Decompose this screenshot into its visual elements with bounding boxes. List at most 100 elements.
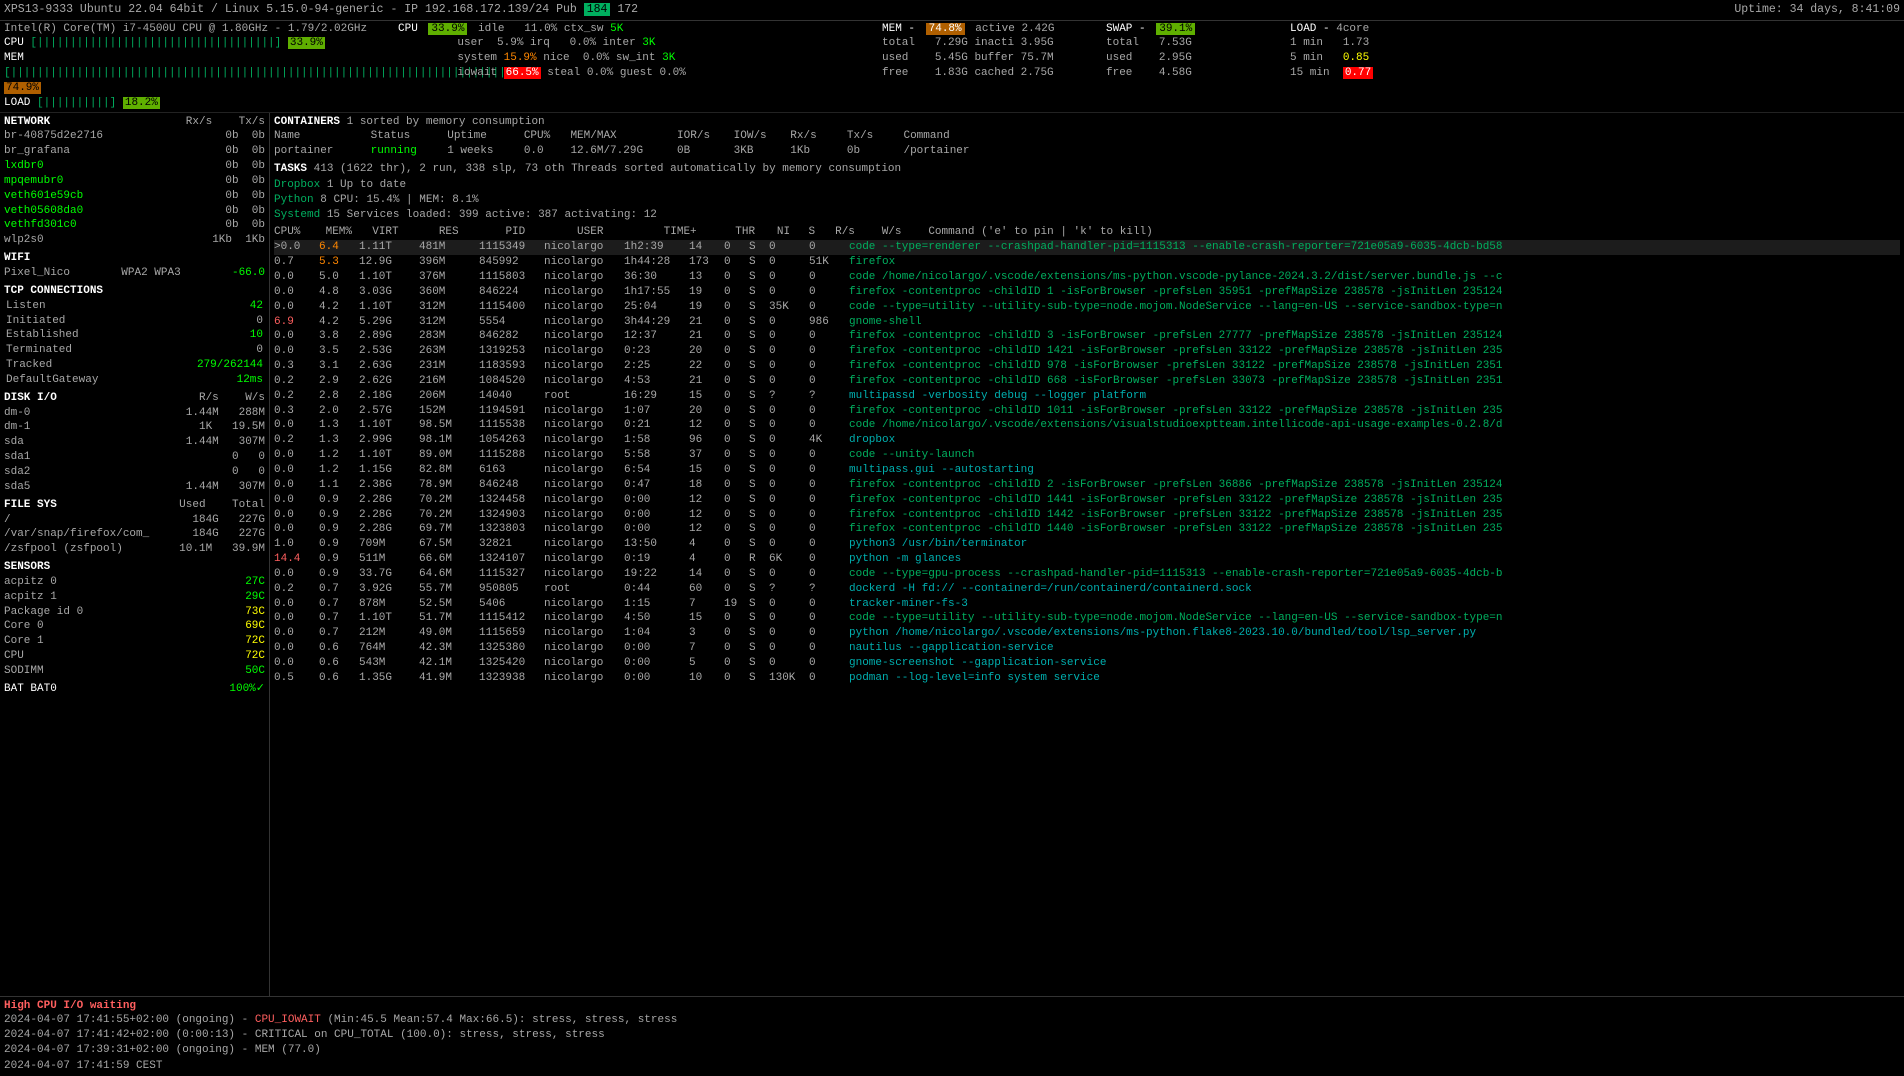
network-row: wlp2s01Kb 1Kb — [4, 233, 265, 248]
network-section: NETWORK Rx/s Tx/s br-40875d2e27160b 0bbr… — [4, 115, 265, 249]
containers-header: CONTAINERS 1 sorted by memory consumptio… — [274, 115, 1900, 130]
network-row: vethfd301c00b 0b — [4, 218, 265, 233]
sensor-rows: acpitz 027Cacpitz 129CPackage id 073CCor… — [4, 575, 265, 679]
containers-section: CONTAINERS 1 sorted by memory consumptio… — [274, 115, 1900, 160]
tasks-section: TASKS 413 (1622 thr), 2 run, 338 slp, 73… — [274, 162, 1900, 177]
process-rows: >0.0 6.4 1.11T 481M 1115349 nicolargo 1h… — [274, 240, 1900, 685]
table-row: >0.0 6.4 1.11T 481M 1115349 nicolargo 1h… — [274, 240, 1900, 255]
fs-row: /zsfpool (zsfpool)10.1M 39.9M — [4, 542, 265, 557]
process-header: CPU% MEM% VIRT RES PID USER TIME+ THR NI… — [274, 225, 1900, 240]
table-row: 0.2 2.9 2.62G 216M 1084520 nicolargo 4:5… — [274, 374, 1900, 389]
systemd-row: Systemd 15 Services loaded: 399 active: … — [274, 208, 1900, 223]
alert-rows: 2024-04-07 17:41:55+02:00 (ongoing) - CP… — [4, 1013, 1900, 1058]
network-row: br-40875d2e27160b 0b — [4, 129, 265, 144]
battery-section: BAT BAT0 100%✓ — [4, 682, 265, 697]
disk-row: sda20 0 — [4, 465, 265, 480]
cpu-info-line: Intel(R) Core(TM) i7-4500U CPU @ 1.80GHz… — [4, 22, 394, 37]
alerts-section: High CPU I/O waiting 2024-04-07 17:41:55… — [0, 996, 1904, 1076]
wifi-section: WIFI Pixel_Nico WPA2 WPA3 -66.0 — [4, 251, 265, 281]
dropbox-row: Dropbox 1 Up to date — [274, 178, 1900, 193]
fs-row: /184G 227G — [4, 513, 265, 528]
table-row: 0.0 0.6 543M 42.1M 1325420 nicolargo 0:0… — [274, 656, 1900, 671]
sensor-row: Core 069C — [4, 619, 265, 634]
mem-stats: MEM - 74.8% active 2.42G total 7.29G ina… — [882, 22, 1102, 81]
network-row: veth05608da00b 0b — [4, 204, 265, 219]
load-bar-line: LOAD [||||||||||] 18.2% — [4, 96, 394, 111]
title-right: Uptime: 34 days, 8:41:09 — [1734, 2, 1900, 18]
left-panel: NETWORK Rx/s Tx/s br-40875d2e27160b 0bbr… — [0, 113, 270, 996]
table-row: 0.0 1.2 1.15G 82.8M 6163 nicolargo 6:54 … — [274, 463, 1900, 478]
alerts-timestamp: 2024-04-07 17:41:59 CEST — [4, 1059, 1900, 1074]
table-row: 0.0 1.1 2.38G 78.9M 846248 nicolargo 0:4… — [274, 478, 1900, 493]
table-row: 0.3 2.0 2.57G 152M 1194591 nicolargo 1:0… — [274, 404, 1900, 419]
table-row: 14.4 0.9 511M 66.6M 1324107 nicolargo 0:… — [274, 552, 1900, 567]
wifi-name: Pixel_Nico — [4, 266, 70, 281]
table-row: 0.2 1.3 2.99G 98.1M 1054263 nicolargo 1:… — [274, 433, 1900, 448]
table-row: 0.5 0.6 1.35G 41.9M 1323938 nicolargo 0:… — [274, 671, 1900, 686]
table-row: 0.0 0.6 764M 42.3M 1325380 nicolargo 0:0… — [274, 641, 1900, 656]
title-left: XPS13-9333 Ubuntu 22.04 64bit / Linux 5.… — [4, 2, 638, 18]
disk-header: DISK I/O R/s W/s — [4, 391, 265, 406]
table-row: 0.3 3.1 2.63G 231M 1183593 nicolargo 2:2… — [274, 359, 1900, 374]
wifi-security: WPA2 WPA3 — [121, 266, 180, 281]
disk-section: DISK I/O R/s W/s dm-01.44M 288Mdm-11K 19… — [4, 391, 265, 495]
alert-row: 2024-04-07 17:41:55+02:00 (ongoing) - CP… — [4, 1013, 1900, 1028]
table-row: 0.0 5.0 1.10T 376M 1115803 nicolargo 36:… — [274, 270, 1900, 285]
sensors-section: SENSORS acpitz 027Cacpitz 129CPackage id… — [4, 560, 265, 679]
table-row: 0.0 0.9 2.28G 70.2M 1324903 nicolargo 0:… — [274, 508, 1900, 523]
table-row: 0.0 0.7 878M 52.5M 5406 nicolargo 1:15 7… — [274, 597, 1900, 612]
filesystem-section: FILE SYS Used Total /184G 227G/var/snap/… — [4, 498, 265, 557]
tcp-gateway: DefaultGateway 12ms — [4, 373, 265, 388]
table-row: 0.0 1.3 1.10T 98.5M 1115538 nicolargo 0:… — [274, 418, 1900, 433]
bars-row: Intel(R) Core(TM) i7-4500U CPU @ 1.80GHz… — [0, 21, 1904, 113]
network-rows: br-40875d2e27160b 0bbr_grafana0b 0blxdbr… — [4, 129, 265, 248]
table-row: 0.0 0.9 2.28G 70.2M 1324458 nicolargo 0:… — [274, 493, 1900, 508]
sensor-row: Core 172C — [4, 634, 265, 649]
sensor-row: CPU72C — [4, 649, 265, 664]
load-stats: LOAD - 4core 1 min 1.73 5 min 0.85 15 mi… — [1290, 22, 1430, 81]
wifi-signal: -66.0 — [232, 266, 265, 281]
disk-row: dm-11K 19.5M — [4, 420, 265, 435]
container-row-portainer: portainer running 1 weeks 0.0 12.6M/7.29… — [274, 144, 1900, 159]
alert-row: 2024-04-07 17:41:42+02:00 (0:00:13) - CR… — [4, 1028, 1900, 1043]
fs-row: /var/snap/firefox/com_184G 227G — [4, 527, 265, 542]
tcp-initiated: Initiated 0 — [4, 314, 265, 329]
network-row: lxdbr00b 0b — [4, 159, 265, 174]
sensor-row: Package id 073C — [4, 605, 265, 620]
tcp-section: TCP CONNECTIONS Listen 42 Initiated 0 Es… — [4, 284, 265, 388]
sensor-row: acpitz 129C — [4, 590, 265, 605]
containers-cols: Name Status Uptime CPU% MEM/MAX IOR/s IO… — [274, 129, 1900, 144]
disk-row: sda1.44M 307M — [4, 435, 265, 450]
ip-highlight: 184 — [584, 3, 611, 16]
table-row: 0.0 4.2 1.10T 312M 1115400 nicolargo 25:… — [274, 300, 1900, 315]
table-row: 0.0 0.9 2.28G 69.7M 1323803 nicolargo 0:… — [274, 522, 1900, 537]
tcp-tracked: Tracked 279/262144 — [4, 358, 265, 373]
table-row: 6.9 4.2 5.29G 312M 5554 nicolargo 3h44:2… — [274, 315, 1900, 330]
network-header: NETWORK Rx/s Tx/s — [4, 115, 265, 130]
cpu-stats: CPU 33.9% idle 11.0% ctx_sw 5K user 5.9%… — [398, 22, 878, 81]
fs-header: FILE SYS Used Total — [4, 498, 265, 513]
table-row: 0.0 3.5 2.53G 263M 1319253 nicolargo 0:2… — [274, 344, 1900, 359]
mem-bar-line: MEM [|||||||||||||||||||||||||||||||||||… — [4, 51, 394, 96]
disk-row: sda10 0 — [4, 450, 265, 465]
title-bar: XPS13-9333 Ubuntu 22.04 64bit / Linux 5.… — [0, 0, 1904, 21]
fs-rows: /184G 227G/var/snap/firefox/com_184G 227… — [4, 513, 265, 558]
disk-row: dm-01.44M 288M — [4, 406, 265, 421]
table-row: 0.0 0.7 1.10T 51.7M 1115412 nicolargo 4:… — [274, 611, 1900, 626]
sensor-row: SODIMM50C — [4, 664, 265, 679]
table-row: 0.0 1.2 1.10T 89.0M 1115288 nicolargo 5:… — [274, 448, 1900, 463]
table-row: 0.0 3.8 2.89G 283M 846282 nicolargo 12:3… — [274, 329, 1900, 344]
disk-rows: dm-01.44M 288Mdm-11K 19.5Msda1.44M 307Ms… — [4, 406, 265, 495]
cpu-section: Intel(R) Core(TM) i7-4500U CPU @ 1.80GHz… — [4, 22, 394, 111]
wifi-row: Pixel_Nico WPA2 WPA3 -66.0 — [4, 266, 265, 281]
python-row: Python 8 CPU: 15.4% | MEM: 8.1% — [274, 193, 1900, 208]
tcp-terminated: Terminated 0 — [4, 343, 265, 358]
disk-row: sda51.44M 307M — [4, 480, 265, 495]
main-layout: NETWORK Rx/s Tx/s br-40875d2e27160b 0bbr… — [0, 113, 1904, 996]
tcp-listen: Listen 42 — [4, 299, 265, 314]
apps-section: Dropbox 1 Up to date Python 8 CPU: 15.4%… — [274, 178, 1900, 223]
table-row: 0.2 0.7 3.92G 55.7M 950805 root 0:44 60 … — [274, 582, 1900, 597]
table-row: 0.0 4.8 3.03G 360M 846224 nicolargo 1h17… — [274, 285, 1900, 300]
tcp-established: Established 10 — [4, 328, 265, 343]
swap-stats: SWAP - 39.1% total 7.53G used 2.95G free… — [1106, 22, 1286, 81]
